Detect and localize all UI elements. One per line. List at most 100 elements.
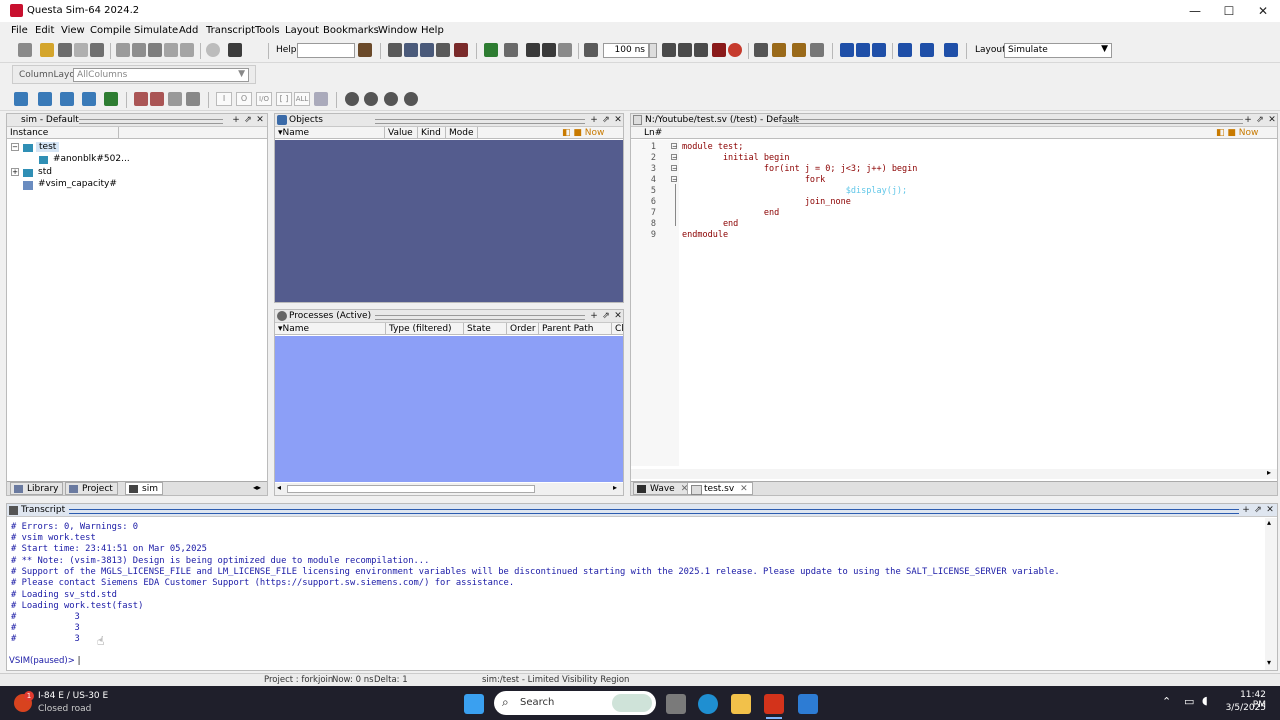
up-arrow-icon[interactable] [526, 43, 540, 57]
add-icon[interactable]: + [589, 115, 599, 125]
menu-simulate[interactable]: Simulate [134, 25, 178, 36]
gear-run-icon[interactable] [364, 92, 378, 106]
col-order[interactable]: Order [507, 323, 539, 335]
find-binoculars-icon[interactable] [228, 43, 242, 57]
run-icon[interactable] [206, 43, 220, 57]
add-group-icon[interactable] [38, 92, 52, 106]
col-parent-path[interactable]: Parent Path [539, 323, 612, 335]
code-line[interactable]: for(int j = 0; j<3; j++) begin [682, 164, 918, 174]
step-repeat-icon[interactable] [920, 43, 934, 57]
filter-input-button[interactable]: I [216, 92, 232, 106]
add-icon[interactable]: + [1243, 115, 1253, 125]
weather-subtitle[interactable]: Closed road [38, 704, 91, 714]
save-icon[interactable] [58, 43, 72, 57]
col-instance[interactable]: Instance [7, 127, 119, 139]
refresh-icon[interactable] [104, 92, 118, 106]
maximize-button[interactable]: ☐ [1212, 0, 1246, 22]
step-over-icon[interactable] [772, 43, 786, 57]
fold-toggle-icon[interactable]: − [671, 176, 677, 183]
redo-icon[interactable] [180, 43, 194, 57]
menu-view[interactable]: View [61, 25, 85, 36]
close-button[interactable]: ✕ [1246, 0, 1280, 22]
volume-icon[interactable]: ◖ [1202, 694, 1208, 707]
add-signal-icon[interactable] [14, 92, 28, 106]
stop-icon[interactable] [712, 43, 726, 57]
filter-inout-button[interactable]: I/O [256, 92, 272, 106]
close-tab-icon[interactable]: ✕ [740, 484, 748, 494]
add-icon[interactable]: + [1241, 505, 1251, 515]
col-state[interactable]: State [464, 323, 507, 335]
undock-icon[interactable]: ⇗ [601, 311, 611, 321]
col-class[interactable]: Cla [612, 323, 623, 335]
fold-toggle-icon[interactable]: − [671, 165, 677, 172]
scroll-up-icon[interactable]: ▴ [1267, 518, 1271, 527]
close-panel-icon[interactable]: ✕ [1267, 115, 1277, 125]
paste-icon[interactable] [148, 43, 162, 57]
tree-item-test[interactable]: test [36, 142, 60, 152]
step-return-icon[interactable] [872, 43, 886, 57]
scroll-right-icon[interactable]: ▸ [613, 483, 617, 492]
close-panel-icon[interactable]: ✕ [613, 311, 623, 321]
tree-item-anonblk[interactable]: #anonblk#502... [53, 154, 130, 164]
run-icon-1[interactable] [662, 43, 676, 57]
add-wave-icon[interactable] [484, 43, 498, 57]
tab-library[interactable]: Library [10, 482, 64, 495]
end-simulation-icon[interactable] [454, 43, 468, 57]
task-view-icon[interactable] [666, 694, 686, 714]
network-icon[interactable]: ▭ [1184, 695, 1194, 708]
code-line[interactable]: end [682, 208, 779, 218]
vscode-icon[interactable] [798, 694, 818, 714]
clock-date[interactable]: 3/5/2025 [1222, 703, 1266, 713]
column-layout-select[interactable]: AllColumns ▼ [73, 68, 249, 82]
undock-icon[interactable]: ⇗ [1255, 115, 1265, 125]
step-up-icon[interactable] [944, 43, 958, 57]
menu-file[interactable]: File [11, 25, 28, 36]
filter-internal-button[interactable]: [ ] [276, 92, 292, 106]
drag-grip[interactable] [375, 119, 585, 124]
forward-arrow-icon[interactable] [558, 43, 572, 57]
code-line[interactable]: fork [682, 175, 825, 185]
run-continue-icon[interactable] [678, 43, 692, 57]
drag-grip[interactable] [69, 509, 1239, 514]
step-icon[interactable] [754, 43, 768, 57]
tree-item-vsim-capacity[interactable]: #vsim_capacity# [38, 179, 117, 189]
tab-scroll-arrows-icon[interactable]: ◂▸ [253, 483, 261, 492]
menu-compile[interactable]: Compile [90, 25, 131, 36]
command-prompt[interactable]: VSIM(paused)> | [9, 656, 80, 666]
step-out-icon[interactable] [792, 43, 806, 57]
step-into-icon[interactable] [840, 43, 854, 57]
weather-title[interactable]: I-84 E / US-30 E [38, 691, 108, 701]
undo-icon[interactable] [164, 43, 178, 57]
step-across-icon[interactable] [856, 43, 870, 57]
file-explorer-icon[interactable] [731, 694, 751, 714]
undock-icon[interactable]: ⇗ [1253, 505, 1263, 515]
gear-stop-icon[interactable] [404, 92, 418, 106]
edge-browser-icon[interactable] [698, 694, 718, 714]
settings-gear-icon[interactable] [345, 92, 359, 106]
close-panel-icon[interactable]: ✕ [255, 115, 265, 125]
copy-icon[interactable] [132, 43, 146, 57]
tab-test-sv[interactable]: test.sv ✕ [687, 482, 753, 495]
compile-all-icon[interactable] [404, 43, 418, 57]
tab-project[interactable]: Project [65, 482, 118, 495]
col-type[interactable]: Type (filtered) [386, 323, 464, 335]
menu-help[interactable]: Help [421, 25, 444, 36]
filter-icon[interactable] [168, 92, 182, 106]
clear-filter-icon[interactable] [186, 92, 200, 106]
tab-wave[interactable]: Wave ✕ [633, 482, 694, 495]
menu-layout[interactable]: Layout [285, 25, 319, 36]
horizontal-scrollbar[interactable]: ◂ ▸ [275, 483, 623, 495]
restart-icon[interactable] [584, 43, 598, 57]
close-panel-icon[interactable]: ✕ [1265, 505, 1275, 515]
menu-window[interactable]: Window [378, 25, 417, 36]
code-line[interactable]: initial begin [682, 153, 790, 163]
col-mode[interactable]: Mode [446, 127, 478, 139]
break-icon[interactable] [436, 43, 450, 57]
code-line[interactable]: $display(j); [682, 186, 907, 196]
code-line[interactable]: end [682, 219, 738, 229]
code-line[interactable]: endmodule [682, 230, 728, 240]
memory-icon[interactable] [314, 92, 328, 106]
run-length-spinner[interactable] [649, 43, 657, 58]
drag-grip[interactable] [79, 119, 223, 124]
menu-add[interactable]: Add [179, 25, 198, 36]
